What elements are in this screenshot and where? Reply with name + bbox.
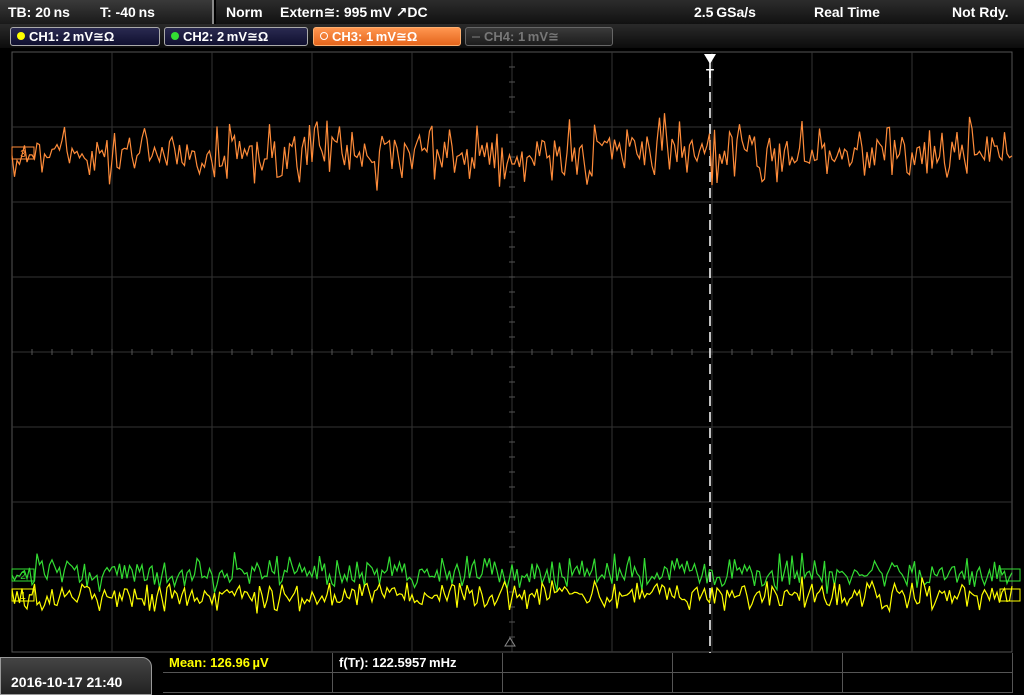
channel-3-label: CH3: 1 mV≅Ω	[332, 29, 418, 44]
acquisition-mode: Real Time	[814, 4, 880, 20]
channel-4-label: CH4: 1 mV≅	[484, 29, 559, 44]
measurement-frequency: f(Tr): 122.5957 mHz	[339, 655, 457, 670]
channel-1-button[interactable]: CH1: 2 mV≅Ω	[10, 27, 160, 46]
datetime-text: 2016-10-17 21:40	[11, 674, 123, 690]
trigger-offset: T: -40 ns	[100, 4, 155, 20]
measurement-panel[interactable]: Mean: 126.96 µV f(Tr): 122.5957 mHz	[163, 653, 1013, 695]
timebase-scale: TB: 20 ns	[8, 4, 70, 20]
channel-1-offset-label: 1	[20, 591, 26, 602]
measurement-cell-empty[interactable]	[333, 673, 503, 693]
channel-2-color-dot-icon	[171, 32, 179, 40]
measurement-cell-freq[interactable]: f(Tr): 122.5957 mHz	[333, 653, 503, 673]
channel-1-label: CH1: 2 mV≅Ω	[29, 29, 115, 44]
measurement-cell-empty[interactable]	[843, 673, 1013, 693]
channel-4-button[interactable]: CH4: 1 mV≅	[465, 27, 613, 46]
channel-2-right-marker-box	[999, 568, 1021, 582]
channel-3-offset-marker[interactable]: 3	[11, 146, 35, 160]
measurement-cell-empty[interactable]	[503, 673, 673, 693]
channel-2-button[interactable]: CH2: 2 mV≅Ω	[164, 27, 308, 46]
channel-3-color-dot-icon	[320, 32, 328, 40]
channel-bar: CH1: 2 mV≅Ω CH2: 2 mV≅Ω CH3: 1 mV≅Ω CH4:…	[0, 24, 1024, 48]
measurement-mean: Mean: 126.96 µV	[169, 655, 269, 670]
measurement-cell-empty[interactable]	[163, 673, 333, 693]
trigger-source: Extern≅: 995 mV ↗DC	[280, 4, 428, 20]
measurement-cell-empty[interactable]	[843, 653, 1013, 673]
trigger-mode: Norm	[226, 4, 263, 20]
waveform-canvas: T 3 2 1	[11, 51, 1021, 653]
run-status: Not Rdy.	[952, 4, 1009, 20]
channel-4-off-icon	[472, 36, 480, 38]
graticule	[11, 51, 1013, 653]
trigger-info[interactable]: Norm Extern≅: 995 mV ↗DC 2.5 GSa/s Real …	[216, 0, 1024, 24]
datetime-box: 2016-10-17 21:40	[0, 657, 152, 695]
channel-2-offset-label: 2	[20, 571, 26, 582]
sample-rate: 2.5 GSa/s	[694, 4, 756, 20]
status-bar: TB: 20 ns T: -40 ns Norm Extern≅: 995 mV…	[0, 0, 1024, 24]
measurement-cell-empty[interactable]	[503, 653, 673, 673]
trigger-position-marker-icon[interactable]	[704, 54, 716, 64]
measurement-cell-mean[interactable]: Mean: 126.96 µV	[163, 653, 333, 673]
channel-3-button[interactable]: CH3: 1 mV≅Ω	[313, 27, 461, 46]
channel-3-offset-label: 3	[20, 149, 26, 160]
timebase-box[interactable]: TB: 20 ns T: -40 ns	[0, 0, 214, 24]
measurement-cell-empty[interactable]	[673, 673, 843, 693]
trigger-label: T	[706, 66, 714, 81]
time-reference-marker-icon	[504, 637, 516, 647]
channel-1-color-dot-icon	[17, 32, 25, 40]
measurement-cell-empty[interactable]	[673, 653, 843, 673]
channel-2-label: CH2: 2 mV≅Ω	[183, 29, 269, 44]
waveform-display[interactable]: T 3 2 1	[0, 48, 1024, 653]
